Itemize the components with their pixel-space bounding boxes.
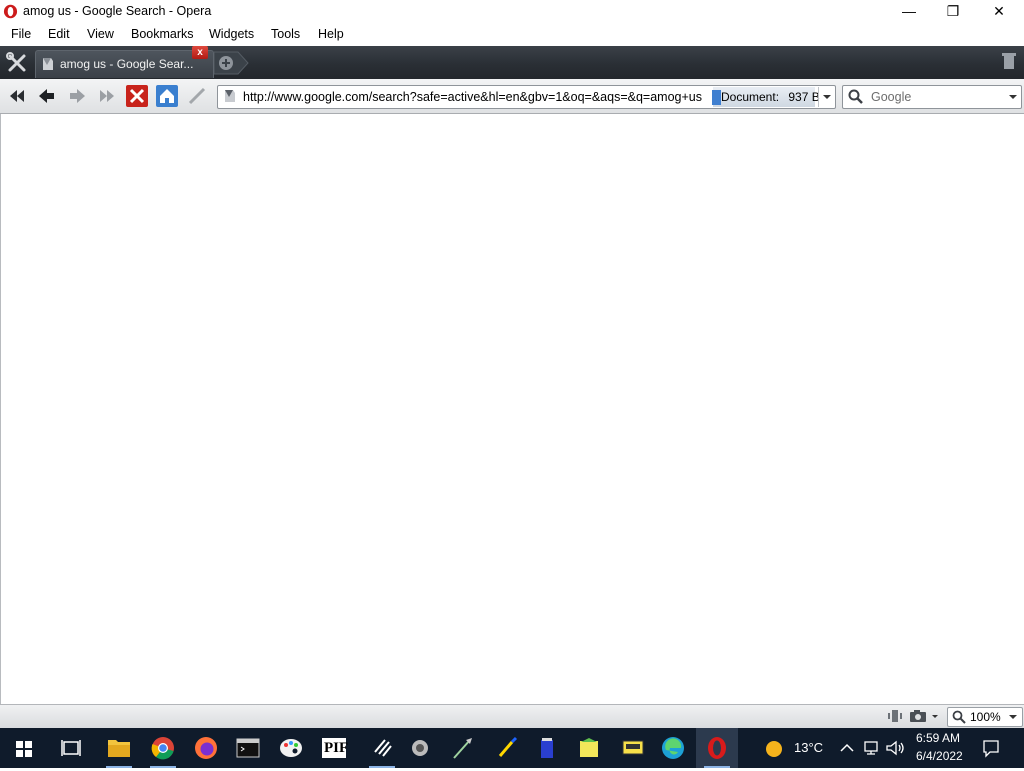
home-icon[interactable] (154, 84, 180, 108)
menu-bar: File Edit View Bookmarks Widgets Tools H… (0, 24, 1024, 46)
task-view-icon[interactable] (50, 728, 92, 768)
volume-icon[interactable] (885, 739, 905, 757)
notification-icon[interactable] (981, 738, 1001, 758)
firefox-icon[interactable] (185, 728, 227, 768)
edit-pen-icon[interactable] (185, 84, 211, 108)
menu-help[interactable]: Help (318, 27, 344, 41)
new-tab-button[interactable] (214, 50, 250, 76)
marker-icon[interactable] (486, 728, 528, 768)
edge-icon[interactable] (652, 728, 694, 768)
opera-taskbar-button[interactable] (696, 728, 738, 768)
terminal-icon[interactable] (227, 728, 269, 768)
load-progress-indicator (712, 90, 721, 105)
search-icon (848, 89, 863, 104)
file-explorer-icon[interactable] (98, 728, 140, 768)
document-label: Document: (721, 90, 780, 104)
pen-tool-icon[interactable] (361, 728, 403, 768)
pdf-icon[interactable] (612, 728, 654, 768)
window-title: amog us - Google Search - Opera (23, 4, 212, 18)
trash-icon[interactable] (996, 50, 1022, 74)
opera-icon (3, 4, 18, 19)
tab-title: amog us - Google Sear... (60, 57, 194, 71)
tab-active[interactable]: amog us - Google Sear... (35, 50, 214, 78)
chevron-down-icon[interactable] (818, 87, 835, 107)
windows-start-icon[interactable] (3, 728, 45, 768)
forward-icon[interactable] (64, 84, 90, 108)
tools-panel-icon[interactable] (4, 52, 30, 74)
status-bar (0, 704, 1024, 728)
restore-button[interactable]: ❐ (930, 0, 976, 24)
page-icon (225, 90, 235, 102)
network-icon[interactable] (862, 739, 880, 757)
zoom-control[interactable]: 100% (947, 707, 1023, 727)
address-bar[interactable]: http://www.google.com/search?safe=active… (217, 85, 836, 109)
clock-date[interactable]: 6/4/2022 (916, 749, 963, 763)
url-text[interactable]: http://www.google.com/search?safe=active… (243, 90, 702, 104)
camera-icon[interactable] (909, 708, 941, 724)
document-size: 937 B (788, 90, 820, 104)
clock-time[interactable]: 6:59 AM (916, 731, 960, 745)
paint-bucket-icon[interactable] (568, 728, 610, 768)
title-bar: amog us - Google Search - Opera — ❐ ✕ (0, 0, 1024, 24)
menu-view[interactable]: View (87, 27, 114, 41)
weather-sun-icon[interactable] (764, 739, 784, 759)
opera-icon (708, 737, 726, 759)
menu-bookmarks[interactable]: Bookmarks (131, 27, 194, 41)
turbo-icon[interactable] (886, 708, 904, 724)
pif-icon[interactable]: PIF (313, 728, 355, 768)
menu-file[interactable]: File (11, 27, 31, 41)
jar-icon[interactable] (526, 728, 568, 768)
tab-close-button[interactable]: x (192, 46, 208, 59)
rewind-icon[interactable] (4, 84, 30, 108)
page-content[interactable] (0, 114, 1024, 704)
brush-icon[interactable] (442, 728, 484, 768)
chevron-down-icon[interactable] (1006, 710, 1020, 724)
fast-forward-icon[interactable] (94, 84, 120, 108)
pif-label: PIF (324, 740, 349, 756)
page-icon (43, 58, 53, 70)
search-box[interactable]: Google (842, 85, 1022, 109)
minimize-button[interactable]: — (886, 0, 932, 24)
paint-icon[interactable] (270, 728, 312, 768)
menu-edit[interactable]: Edit (48, 27, 70, 41)
search-placeholder: Google (871, 90, 912, 104)
document-info: Document: 937 B (713, 87, 820, 107)
stop-icon[interactable] (124, 84, 150, 108)
close-button[interactable]: ✕ (976, 0, 1022, 24)
menu-tools[interactable]: Tools (271, 27, 300, 41)
chevron-down-icon[interactable] (1005, 87, 1021, 107)
menu-widgets[interactable]: Widgets (209, 27, 254, 41)
gear-app-icon[interactable] (399, 728, 441, 768)
back-icon[interactable] (34, 84, 60, 108)
weather-temperature[interactable]: 13°C (794, 740, 823, 755)
zoom-value: 100% (970, 710, 1001, 724)
zoom-icon (952, 710, 966, 724)
chevron-up-icon[interactable] (839, 741, 855, 755)
chrome-icon[interactable] (142, 728, 184, 768)
